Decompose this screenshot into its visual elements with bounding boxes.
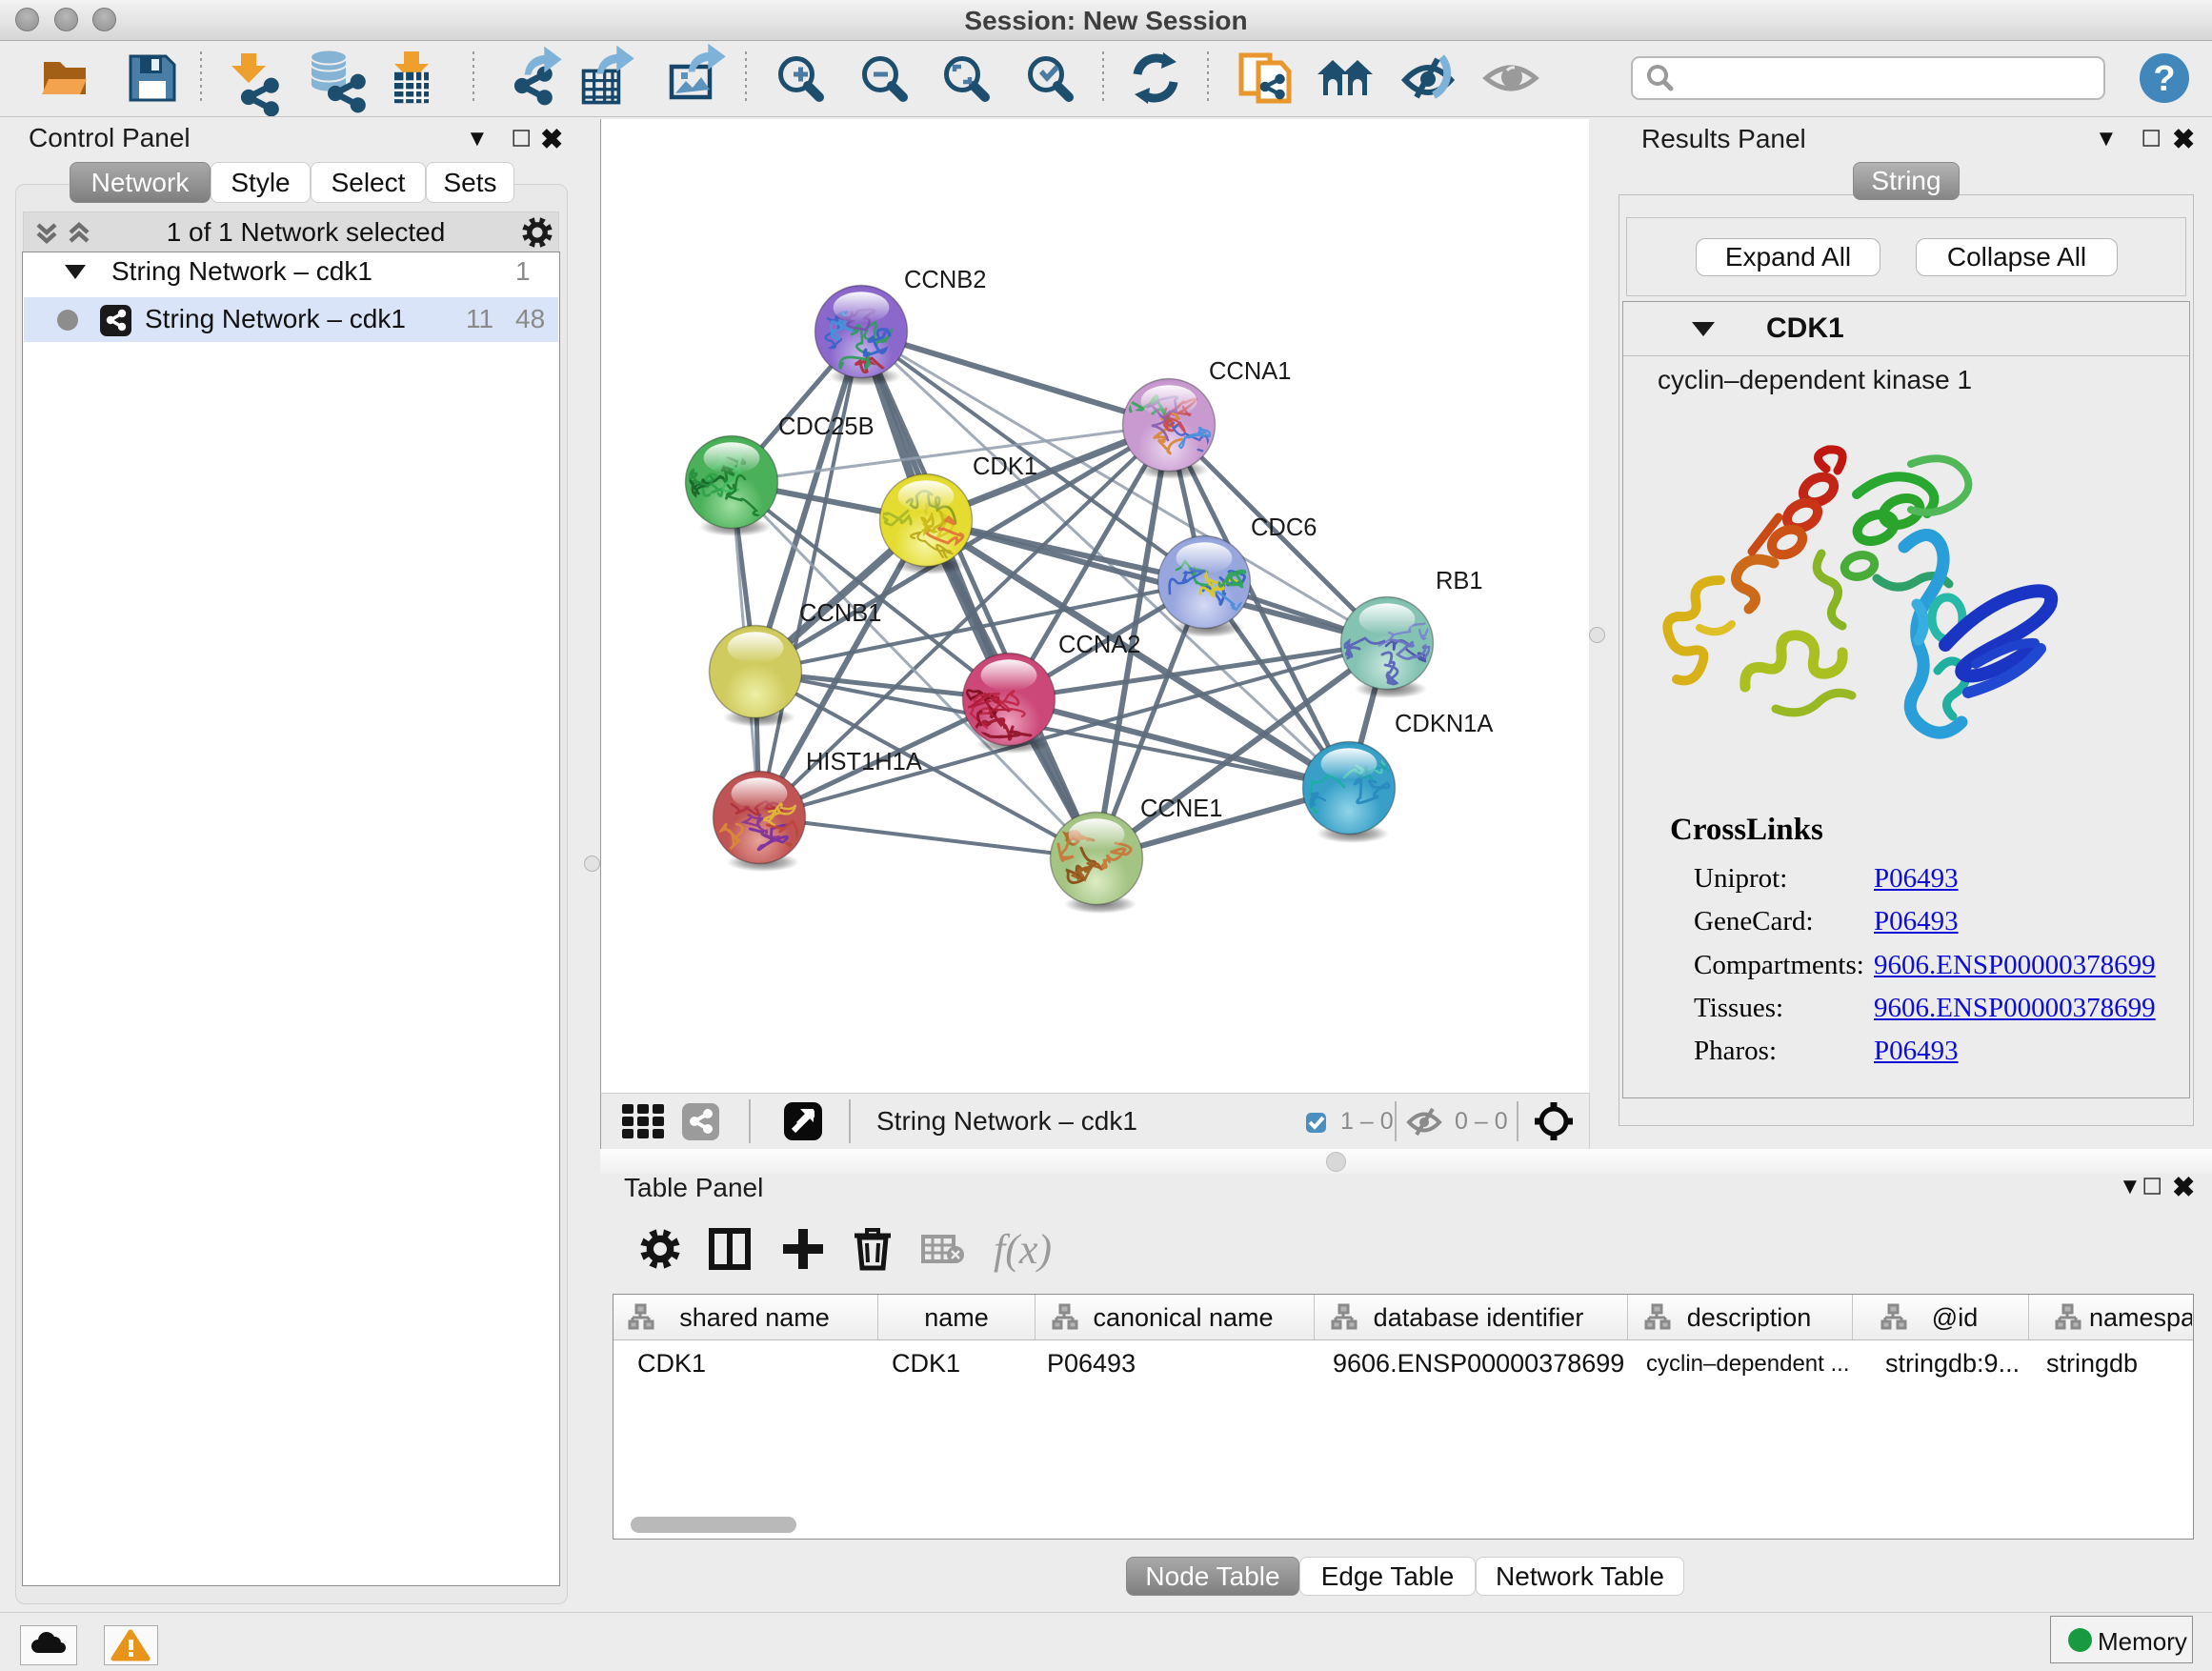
- svg-text:CDC25B: CDC25B: [778, 413, 875, 440]
- svg-text:?: ?: [2153, 59, 2175, 99]
- svg-text:String Network – cdk1: String Network – cdk1: [876, 1106, 1137, 1136]
- svg-text:RB1: RB1: [1436, 568, 1483, 594]
- svg-text:CCNE1: CCNE1: [1140, 795, 1222, 822]
- svg-text:@id: @id: [1932, 1303, 1978, 1332]
- svg-text:CCNB1: CCNB1: [799, 600, 881, 627]
- svg-text:name: name: [924, 1303, 989, 1332]
- svg-text:1 of 1 Network selected: 1 of 1 Network selected: [167, 217, 446, 247]
- svg-text:CCNB2: CCNB2: [904, 267, 986, 293]
- svg-text:canonical name: canonical name: [1093, 1303, 1273, 1332]
- svg-text:CDKN1A: CDKN1A: [1395, 711, 1493, 737]
- svg-text:f(x): f(x): [994, 1226, 1052, 1273]
- svg-text:CCNA2: CCNA2: [1058, 632, 1140, 658]
- svg-text:description: description: [1687, 1303, 1812, 1332]
- svg-text:CDC6: CDC6: [1251, 514, 1317, 541]
- svg-text:0 – 0: 0 – 0: [1455, 1108, 1508, 1135]
- svg-text:shared name: shared name: [679, 1303, 830, 1332]
- svg-text:database identifier: database identifier: [1374, 1303, 1584, 1332]
- svg-text:HIST1H1A: HIST1H1A: [806, 749, 922, 775]
- svg-text:CCNA1: CCNA1: [1209, 358, 1291, 385]
- svg-text:namespace: namespace: [2089, 1303, 2192, 1332]
- svg-text:1 – 0: 1 – 0: [1340, 1108, 1394, 1135]
- svg-text:CDK1: CDK1: [973, 453, 1037, 480]
